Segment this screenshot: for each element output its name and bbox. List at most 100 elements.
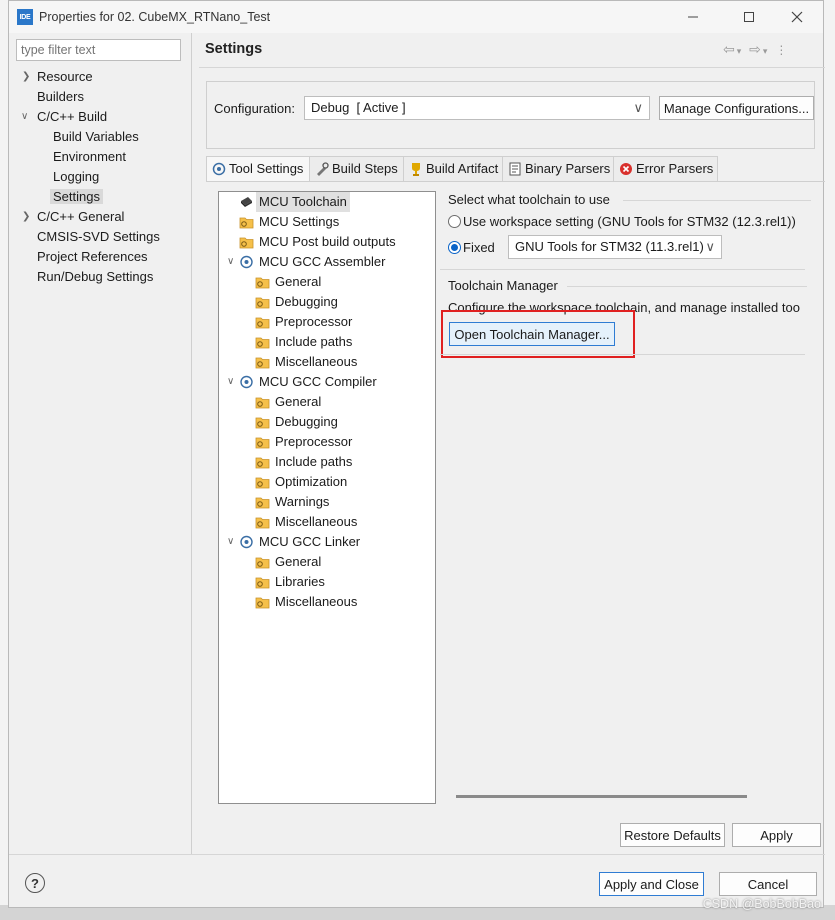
tree-item-cpp-build[interactable]: C/C++ Build xyxy=(37,107,107,127)
tree-item-run-debug[interactable]: Run/Debug Settings xyxy=(37,267,153,287)
horizontal-scrollbar[interactable] xyxy=(456,795,747,798)
minimize-button[interactable] xyxy=(671,3,715,31)
tab-label: Error Parsers xyxy=(636,161,714,176)
settings-tree-label: MCU Toolchain xyxy=(256,192,350,212)
tree-item-project-references[interactable]: Project References xyxy=(37,247,148,267)
tree-item-logging[interactable]: Logging xyxy=(53,167,99,187)
select-toolchain-label: Select what toolchain to use xyxy=(448,192,610,207)
tree-item-settings[interactable]: Settings xyxy=(50,187,103,207)
settings-tree-label: MCU GCC Linker xyxy=(259,534,361,549)
forward-arrow-icon[interactable]: ⇨ xyxy=(749,41,763,57)
toolchain-manager-title: Toolchain Manager xyxy=(448,278,558,293)
fixed-toolchain-select[interactable]: GNU Tools for STM32 (11.3.rel1) ∨ xyxy=(508,235,722,259)
workspace-setting-label[interactable]: Use workspace setting (GNU Tools for STM… xyxy=(463,214,796,229)
tool-gear-icon xyxy=(240,535,253,549)
folder-settings-icon xyxy=(255,457,270,469)
workspace-setting-radio[interactable] xyxy=(448,215,461,228)
configuration-select[interactable]: Debug [ Active ] ∨ xyxy=(304,96,650,120)
folder-settings-icon xyxy=(255,577,270,589)
title-bar: IDE Properties for 02. CubeMX_RTNano_Tes… xyxy=(9,1,823,33)
category-pane: ❯ Resource Builders ∨ C/C++ Build Build … xyxy=(9,33,192,855)
chevron-down-icon[interactable]: ∨ xyxy=(227,252,239,272)
minimize-icon xyxy=(688,16,698,18)
settings-tree-label: General xyxy=(275,274,322,289)
settings-tree-label: Optimization xyxy=(275,474,348,489)
tab-label: Build Steps xyxy=(332,161,398,176)
page-title: Settings xyxy=(205,41,263,57)
configuration-value: Debug [ Active ] xyxy=(311,100,406,115)
tree-item-resource[interactable]: Resource xyxy=(37,67,93,87)
toolchain-chip-icon xyxy=(241,197,252,207)
chevron-down-icon[interactable]: ∨ xyxy=(21,107,33,127)
close-button[interactable] xyxy=(775,3,819,31)
configuration-label: Configuration: xyxy=(214,101,295,116)
folder-settings-icon xyxy=(255,517,270,529)
folder-settings-icon xyxy=(255,357,270,369)
tree-item-builders[interactable]: Builders xyxy=(37,87,84,107)
back-menu-icon[interactable]: ▾ xyxy=(737,46,744,56)
tab-build-steps[interactable]: Build Steps xyxy=(310,156,404,181)
back-arrow-icon[interactable]: ⇦ xyxy=(723,41,737,57)
folder-settings-icon xyxy=(255,317,270,329)
window-title: Properties for 02. CubeMX_RTNano_Test xyxy=(39,10,271,24)
folder-settings-icon xyxy=(255,397,270,409)
tab-build-artifact[interactable]: Build Artifact xyxy=(404,156,503,181)
settings-tree-label: Miscellaneous xyxy=(275,514,358,529)
help-icon[interactable]: ? xyxy=(25,873,45,893)
folder-settings-icon xyxy=(255,437,270,449)
folder-settings-icon xyxy=(255,277,270,289)
tree-item-cpp-general[interactable]: C/C++ General xyxy=(37,207,124,227)
tab-error-parsers[interactable]: Error Parsers xyxy=(614,156,718,181)
open-toolchain-manager-button[interactable]: Open Toolchain Manager... xyxy=(449,322,615,346)
apply-button[interactable]: Apply xyxy=(732,823,821,847)
close-icon xyxy=(791,11,803,23)
more-menu-icon[interactable]: ⋮ xyxy=(775,43,789,57)
tool-gear-icon xyxy=(240,255,253,269)
chevron-down-icon[interactable]: ∨ xyxy=(227,372,239,392)
tree-item-cmsis-svd[interactable]: CMSIS-SVD Settings xyxy=(37,227,160,247)
chevron-down-icon: ∨ xyxy=(633,100,643,115)
settings-tree-label: Debugging xyxy=(275,294,338,309)
maximize-button[interactable] xyxy=(727,3,771,31)
fixed-radio[interactable] xyxy=(448,241,461,254)
restore-defaults-button[interactable]: Restore Defaults xyxy=(620,823,725,847)
chevron-right-icon[interactable]: ❯ xyxy=(22,207,34,227)
settings-tree-label: Warnings xyxy=(275,494,330,509)
tree-item-environment[interactable]: Environment xyxy=(53,147,126,167)
apply-and-close-button[interactable]: Apply and Close xyxy=(599,872,704,896)
settings-tree-label: Preprocessor xyxy=(275,434,353,449)
folder-settings-icon xyxy=(255,297,270,309)
settings-tree-label: Libraries xyxy=(275,574,325,589)
settings-tree-label: Include paths xyxy=(275,454,353,469)
folder-settings-icon xyxy=(239,237,254,249)
folder-settings-icon xyxy=(255,557,270,569)
folder-settings-icon xyxy=(255,597,270,609)
tab-label: Binary Parsers xyxy=(525,161,611,176)
settings-tree-label: Debugging xyxy=(275,414,338,429)
manage-configurations-button[interactable]: Manage Configurations... xyxy=(659,96,814,120)
chevron-down-icon: ∨ xyxy=(705,239,715,254)
fixed-toolchain-value: GNU Tools for STM32 (11.3.rel1) xyxy=(515,239,704,254)
history-nav: ⇦▾ ⇨▾ ⋮ xyxy=(723,41,789,58)
forward-menu-icon[interactable]: ▾ xyxy=(763,46,770,56)
fixed-label[interactable]: Fixed xyxy=(463,240,495,255)
chevron-down-icon[interactable]: ∨ xyxy=(227,532,239,552)
tab-tool-settings[interactable]: Tool Settings xyxy=(206,156,310,181)
tab-label: Tool Settings xyxy=(229,161,304,176)
settings-tree-label: General xyxy=(275,394,322,409)
folder-settings-icon xyxy=(255,337,270,349)
properties-dialog: IDE Properties for 02. CubeMX_RTNano_Tes… xyxy=(8,0,825,908)
cancel-button[interactable]: Cancel xyxy=(719,872,817,896)
settings-tree-label: General xyxy=(275,554,322,569)
build-steps-icon xyxy=(317,162,329,176)
filter-input[interactable] xyxy=(16,39,181,61)
settings-tabs: Tool Settings Build Steps Build Artifact… xyxy=(206,156,825,181)
binary-parsers-icon xyxy=(509,162,521,176)
watermark: CSDN @BobBobBao xyxy=(702,897,821,911)
settings-tree-label: MCU Post build outputs xyxy=(259,234,396,249)
configuration-group: Configuration: Debug [ Active ] ∨ Manage… xyxy=(206,81,815,149)
chevron-right-icon[interactable]: ❯ xyxy=(22,67,34,87)
tab-binary-parsers[interactable]: Binary Parsers xyxy=(503,156,614,181)
tree-item-build-variables[interactable]: Build Variables xyxy=(53,127,139,147)
settings-tree-label: Preprocessor xyxy=(275,314,353,329)
